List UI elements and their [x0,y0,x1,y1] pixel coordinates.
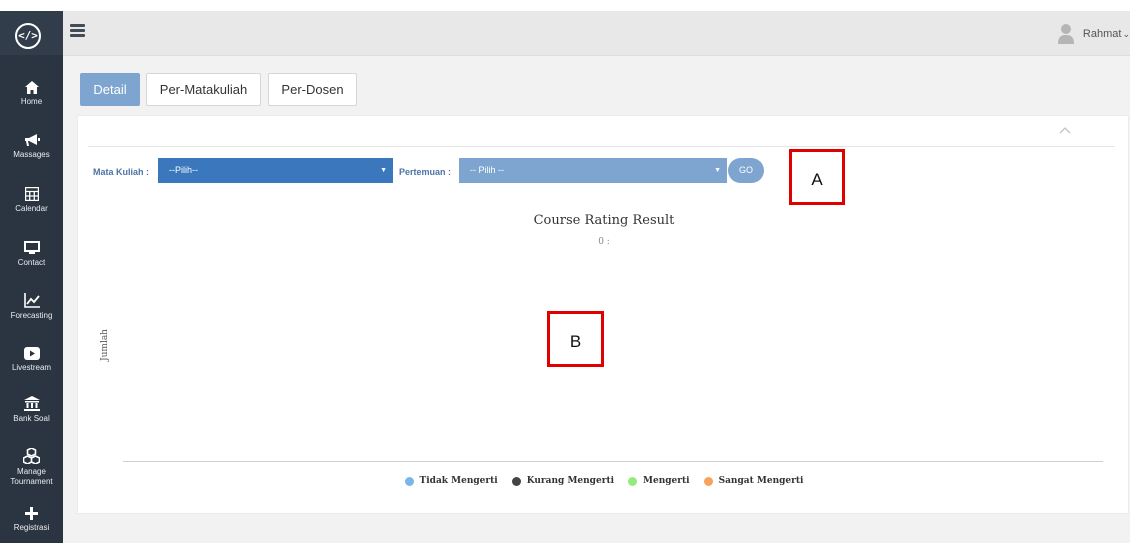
legend-label: Kurang Mengerti [526,476,615,486]
tab-detail[interactable]: Detail [80,73,140,106]
sidebar-item-label: Registrasi [13,523,50,532]
annotation-a: A [789,149,845,205]
sidebar-item-livestream[interactable]: Livestream [0,347,63,373]
sidebar-item-label: Calendar [15,204,48,213]
legend-label: Sangat Mengerti [718,476,804,486]
megaphone-icon [24,134,40,146]
chevron-down-icon: ⌄ [1122,28,1130,39]
user-menu[interactable]: Rahmat ⌄ [1057,22,1130,46]
sidebar-item-contact[interactable]: Contact [0,241,63,268]
pertemuan-select[interactable]: -- Pilih -- ▼ [459,158,727,183]
plus-icon [25,507,38,520]
mata-kuliah-value: --Pilih-- [169,165,198,175]
dropdown-arrow-icon: ▼ [714,167,721,174]
sidebar-item-manage-tournament[interactable]: Manage Tournament [0,448,63,487]
pertemuan-label: Pertemuan : [399,167,452,177]
sidebar-item-label: Livestream [11,363,52,372]
sidebar-item-registrasi[interactable]: Registrasi [0,507,63,533]
y-axis-label: Jumlah [100,329,110,361]
tab-per-matakuliah[interactable]: Per-Matakuliah [146,73,261,106]
top-strip [0,0,1130,11]
line-chart-icon [23,293,40,308]
cubes-icon [23,448,40,464]
sidebar-item-bank-soal[interactable]: Bank Soal [0,396,63,424]
chart-subtitle: 0 : [598,237,610,247]
divider [88,146,1115,147]
sidebar-item-label: Bank Soal [13,414,50,423]
sidebar-item-label: Manage Tournament [10,467,53,486]
top-bar: Rahmat ⌄ [63,11,1130,56]
legend-marker [628,476,638,486]
x-axis-line [123,461,1103,462]
pertemuan-value: -- Pilih -- [470,165,504,175]
legend-label: Mengerti [643,476,690,486]
chevron-up-icon[interactable] [1058,125,1072,135]
tab-per-dosen[interactable]: Per-Dosen [268,73,357,106]
sidebar-item-label: Home [20,97,43,106]
calendar-icon [24,187,39,201]
sidebar-item-massages[interactable]: Massages [0,133,63,160]
legend-marker [404,476,414,486]
play-icon [23,347,40,360]
home-icon [24,81,39,94]
sidebar: </> Home Massages Calendar Contact Forec… [0,11,63,543]
chart-legend: Tidak Mengerti Kurang Mengerti Mengerti … [78,476,1130,486]
user-avatar-icon [1057,24,1074,44]
legend-item-tidak-mengerti[interactable]: Tidak Mengerti [404,476,498,486]
sidebar-item-forecasting[interactable]: Forecasting [0,293,63,321]
chart-title: Course Rating Result [533,213,675,228]
annotation-b: B [547,311,604,367]
report-panel: Mata Kuliah : --Pilih-- ▼ Pertemuan : --… [77,115,1129,514]
mata-kuliah-label: Mata Kuliah : [93,167,150,177]
legend-item-kurang-mengerti[interactable]: Kurang Mengerti [511,476,615,486]
user-name: Rahmat [1082,28,1122,40]
dropdown-arrow-icon: ▼ [380,167,387,174]
logo[interactable]: </> [0,11,63,55]
legend-marker [703,476,713,486]
sidebar-item-label: Forecasting [10,311,53,320]
legend-item-sangat-mengerti[interactable]: Sangat Mengerti [703,476,804,486]
mata-kuliah-select[interactable]: --Pilih-- ▼ [158,158,393,183]
sidebar-item-home[interactable]: Home [0,81,63,107]
sidebar-item-label: Contact [17,258,46,267]
legend-item-mengerti[interactable]: Mengerti [628,476,690,486]
go-button[interactable]: GO [728,158,764,183]
main-content: Detail Per-Matakuliah Per-Dosen Mata Kul… [63,56,1130,543]
legend-marker [511,476,521,486]
sidebar-item-calendar[interactable]: Calendar [0,187,63,214]
hamburger-icon[interactable] [70,24,85,38]
bank-icon [23,396,40,411]
legend-label: Tidak Mengerti [419,476,498,486]
sidebar-item-label: Massages [13,150,50,159]
monitor-icon [23,241,40,254]
code-icon: </> [15,23,41,49]
